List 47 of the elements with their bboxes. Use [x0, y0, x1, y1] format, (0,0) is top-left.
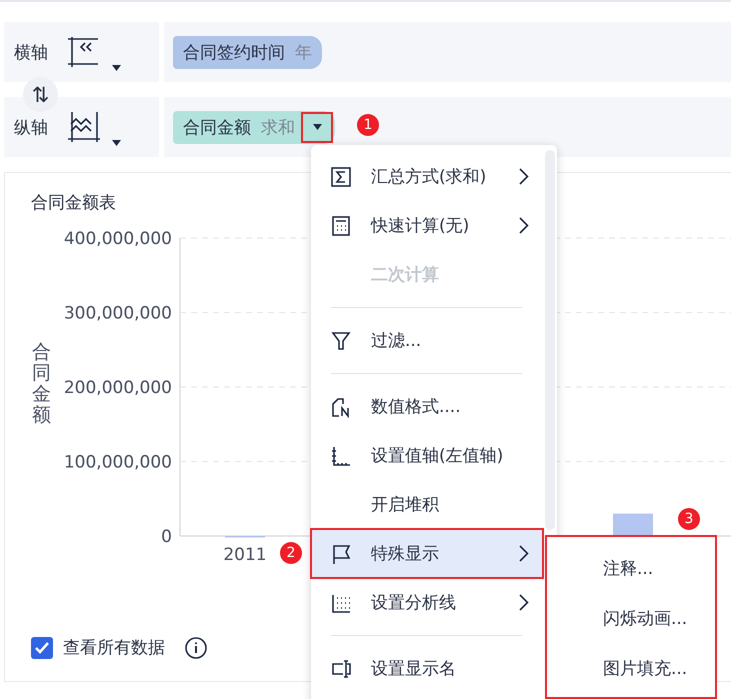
- checkbox-label: 查看所有数据: [63, 637, 165, 659]
- chart-title: 合同金额表: [31, 192, 116, 214]
- axis-icon: [330, 444, 352, 466]
- step-badge: 2: [280, 542, 302, 564]
- chevron-right-icon: [519, 545, 529, 562]
- calculator-icon: [330, 214, 352, 236]
- menu-item[interactable]: 开启堆积: [311, 480, 543, 529]
- y-axis-title: 合同金额: [32, 342, 51, 426]
- submenu-item[interactable]: 闪烁动画...: [547, 593, 715, 643]
- axis-label: 纵轴: [14, 116, 48, 138]
- y-tick-label: 400,000,000: [64, 229, 172, 249]
- chevron-right-icon: [519, 168, 529, 185]
- menu-item[interactable]: 汇总方式(求和): [311, 152, 543, 201]
- flag-icon: [330, 542, 352, 564]
- field-pill[interactable]: 合同签约时间 年: [173, 36, 322, 68]
- menu-item[interactable]: 特殊显示: [311, 529, 543, 578]
- sigma-icon: [330, 166, 352, 188]
- step-badge: 3: [678, 508, 700, 530]
- axis-label: 横轴: [14, 42, 48, 64]
- caret-icon[interactable]: [312, 124, 322, 130]
- number-format-icon: [330, 396, 352, 418]
- menu-item[interactable]: 快速计算(无): [311, 201, 543, 250]
- info-icon[interactable]: [185, 636, 207, 658]
- filter-icon: [330, 330, 352, 352]
- x-tick-label: 2011: [223, 545, 267, 565]
- caret-icon[interactable]: [112, 140, 121, 146]
- menu-item[interactable]: 设置分析线: [311, 578, 543, 627]
- caret-icon[interactable]: [112, 65, 121, 71]
- menu-item[interactable]: 设置显示名: [311, 644, 543, 693]
- dropdown-button[interactable]: [301, 112, 333, 142]
- rename-icon: [330, 658, 352, 680]
- checkmark-icon: [34, 640, 50, 654]
- y-tick-label: 200,000,000: [64, 378, 172, 398]
- menu-item[interactable]: 设置值轴(左值轴): [311, 431, 543, 480]
- chevron-right-icon: [519, 594, 529, 611]
- y-tick-label: 100,000,000: [64, 452, 172, 472]
- submenu-item[interactable]: 图片填充...: [547, 643, 715, 693]
- vertical-axis-icon[interactable]: [66, 110, 102, 144]
- bar: [613, 514, 653, 536]
- menu-item[interactable]: 数值格式....: [311, 382, 543, 431]
- y-tick-label: 300,000,000: [64, 304, 172, 324]
- field-pill[interactable]: 合同金额 求和: [173, 110, 335, 144]
- menu-item[interactable]: 过滤...: [311, 316, 543, 365]
- y-tick-label: 0: [161, 527, 172, 547]
- checkbox[interactable]: [31, 636, 53, 658]
- submenu-item[interactable]: 注释...: [547, 543, 715, 593]
- chevron-right-icon: [519, 217, 529, 234]
